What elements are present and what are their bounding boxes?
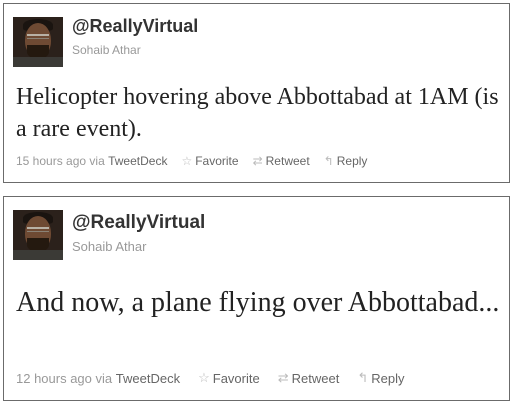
favorite-label: Favorite — [212, 370, 260, 386]
retweet-label: Retweet — [291, 370, 340, 386]
client-link[interactable]: TweetDeck — [116, 371, 180, 386]
retweet-icon: ⇄ — [277, 370, 289, 385]
favorite-button[interactable]: ☆ Favorite — [181, 154, 238, 168]
via-label: via — [95, 370, 113, 386]
reply-arrow-icon: ↰ — [323, 154, 334, 168]
favorite-label: Favorite — [195, 154, 239, 168]
timestamp[interactable]: 15 hours ago — [16, 154, 86, 168]
avatar-glasses — [27, 34, 49, 39]
tweet-card: @ReallyVirtual Sohaib Athar Helicopter h… — [3, 3, 510, 183]
tweet-text: Helicopter hovering above Abbottabad at … — [16, 84, 499, 142]
user-full-name[interactable]: Sohaib Athar — [72, 43, 141, 57]
user-full-name[interactable]: Sohaib Athar — [72, 239, 146, 254]
reply-label: Reply — [371, 370, 405, 386]
avatar-shirt — [13, 250, 63, 260]
tweet-meta: 12 hours ago via TweetDeck ☆ Favorite ⇄ … — [16, 370, 404, 386]
star-outline-icon: ☆ — [181, 154, 193, 168]
tweet-meta: 15 hours ago via TweetDeck ☆ Favorite ⇄ … — [16, 154, 367, 168]
reply-button[interactable]: ↰ Reply — [324, 154, 368, 168]
favorite-button[interactable]: ☆ Favorite — [198, 370, 260, 386]
retweet-button[interactable]: ⇄ Retweet — [253, 154, 310, 168]
avatar[interactable] — [13, 210, 63, 260]
avatar-shirt — [13, 57, 63, 67]
user-handle[interactable]: @ReallyVirtual — [72, 212, 205, 234]
tweet-text: And now, a plane flying over Abbottabad.… — [16, 287, 500, 318]
retweet-label: Retweet — [265, 154, 310, 168]
user-handle[interactable]: @ReallyVirtual — [72, 16, 198, 37]
timestamp[interactable]: 12 hours ago — [16, 371, 92, 386]
avatar-glasses — [27, 227, 49, 232]
client-link[interactable]: TweetDeck — [108, 154, 167, 168]
reply-button[interactable]: ↰ Reply — [357, 370, 404, 386]
star-outline-icon: ☆ — [198, 370, 210, 385]
via-label: via — [89, 154, 105, 168]
tweet-card: @ReallyVirtual Sohaib Athar And now, a p… — [3, 196, 510, 401]
reply-label: Reply — [336, 154, 368, 168]
reply-arrow-icon: ↰ — [357, 370, 369, 385]
avatar[interactable] — [13, 17, 63, 67]
retweet-button[interactable]: ⇄ Retweet — [278, 370, 340, 386]
retweet-icon: ⇄ — [252, 154, 263, 168]
